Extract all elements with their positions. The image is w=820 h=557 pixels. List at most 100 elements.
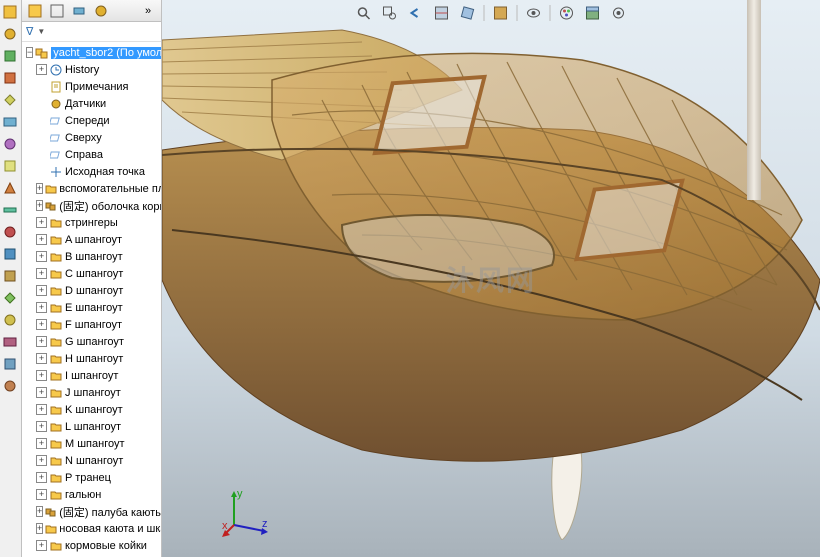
expand-icon[interactable]: +: [36, 234, 47, 245]
cm-btn-11[interactable]: [0, 222, 20, 242]
tree-node[interactable]: +E шпангоут: [22, 299, 161, 316]
tree-node[interactable]: Исходная точка: [22, 163, 161, 180]
tree-node[interactable]: Справа: [22, 146, 161, 163]
tree-node[interactable]: +D шпангоут: [22, 282, 161, 299]
expand-icon[interactable]: +: [36, 268, 47, 279]
expand-icon[interactable]: +: [36, 183, 43, 194]
zoom-area-icon[interactable]: [380, 3, 400, 23]
cm-btn-9[interactable]: [0, 178, 20, 198]
tab-dimxpert[interactable]: [92, 2, 110, 20]
view-orientation-icon[interactable]: [458, 3, 478, 23]
tree-node[interactable]: +H шпангоут: [22, 350, 161, 367]
hide-show-icon[interactable]: [524, 3, 544, 23]
axis-y-label: y: [237, 488, 243, 500]
tree-node[interactable]: Датчики: [22, 95, 161, 112]
expand-icon[interactable]: +: [36, 200, 43, 211]
cm-btn-4[interactable]: [0, 68, 20, 88]
cm-btn-12[interactable]: [0, 244, 20, 264]
cm-btn-10[interactable]: [0, 200, 20, 220]
view-settings-icon[interactable]: [609, 3, 629, 23]
cm-btn-1[interactable]: [0, 2, 20, 22]
tree-node-label: вспомогательные плос: [59, 183, 161, 195]
tab-feature-tree[interactable]: [26, 2, 44, 20]
collapse-icon[interactable]: −: [26, 47, 33, 58]
tab-property-manager[interactable]: [48, 2, 66, 20]
filter-icon[interactable]: ∇: [26, 25, 33, 38]
expand-icon[interactable]: +: [36, 217, 47, 228]
cm-btn-14[interactable]: [0, 288, 20, 308]
tree-node-label: Сверху: [65, 132, 102, 144]
tab-configuration-manager[interactable]: [70, 2, 88, 20]
expand-icon[interactable]: +: [36, 353, 47, 364]
edit-appearance-icon[interactable]: [557, 3, 577, 23]
tree-node[interactable]: +гальюн: [22, 486, 161, 503]
tree-node[interactable]: +N шпангоут: [22, 452, 161, 469]
cm-btn-13[interactable]: [0, 266, 20, 286]
tree-node[interactable]: +F шпангоут: [22, 316, 161, 333]
tree-node[interactable]: +(固定) оболочка корпу: [22, 197, 161, 214]
expand-icon[interactable]: +: [36, 319, 47, 330]
cm-btn-17[interactable]: [0, 354, 20, 374]
tree-node[interactable]: +C шпангоут: [22, 265, 161, 282]
cm-btn-5[interactable]: [0, 90, 20, 110]
expand-icon[interactable]: +: [36, 404, 47, 415]
tree-node[interactable]: +P транец: [22, 469, 161, 486]
folder-icon: [45, 522, 57, 536]
previous-view-icon[interactable]: [406, 3, 426, 23]
tree-root-node[interactable]: − yacht_sbor2 (По умолчани: [22, 44, 161, 61]
section-view-icon[interactable]: [432, 3, 452, 23]
expand-icon[interactable]: +: [36, 523, 43, 534]
tree-node[interactable]: + History: [22, 61, 161, 78]
tree-node[interactable]: +G шпангоут: [22, 333, 161, 350]
orientation-triad[interactable]: y z x: [222, 487, 272, 537]
feature-tree[interactable]: − yacht_sbor2 (По умолчани + History Приме…: [22, 42, 161, 557]
expand-icon[interactable]: +: [36, 387, 47, 398]
tree-node[interactable]: +A шпангоут: [22, 231, 161, 248]
expand-icon[interactable]: +: [36, 336, 47, 347]
cm-btn-18[interactable]: [0, 376, 20, 396]
folder-icon: [49, 539, 63, 553]
expand-icon[interactable]: +: [36, 506, 43, 517]
expand-icon[interactable]: +: [36, 472, 47, 483]
tree-node[interactable]: +M шпангоут: [22, 435, 161, 452]
apply-scene-icon[interactable]: [583, 3, 603, 23]
expand-icon[interactable]: +: [36, 302, 47, 313]
tree-node[interactable]: Спереди: [22, 112, 161, 129]
expand-icon[interactable]: +: [36, 489, 47, 500]
panel-expand-icon[interactable]: »: [139, 2, 157, 20]
expand-icon[interactable]: +: [36, 438, 47, 449]
expand-icon[interactable]: +: [36, 540, 47, 551]
cm-btn-15[interactable]: [0, 310, 20, 330]
cm-btn-2[interactable]: [0, 24, 20, 44]
folder-icon: [49, 301, 63, 315]
tree-node[interactable]: +носовая каюта и шкаф: [22, 520, 161, 537]
tree-node[interactable]: Примечания: [22, 78, 161, 95]
cm-btn-3[interactable]: [0, 46, 20, 66]
cm-btn-7[interactable]: [0, 134, 20, 154]
expand-icon[interactable]: +: [36, 370, 47, 381]
tree-node-label: History: [65, 64, 99, 76]
zoom-fit-icon[interactable]: [354, 3, 374, 23]
tree-node[interactable]: Сверху: [22, 129, 161, 146]
tree-node[interactable]: + (固定) палуба каюты<1: [22, 503, 161, 520]
tree-node[interactable]: +L шпангоут: [22, 418, 161, 435]
cm-btn-8[interactable]: [0, 156, 20, 176]
tree-node[interactable]: + вспомогательные плос: [22, 180, 161, 197]
tree-node[interactable]: +J шпангоут: [22, 384, 161, 401]
display-style-icon[interactable]: [491, 3, 511, 23]
graphics-viewport[interactable]: 沐风网 y z x: [162, 0, 820, 557]
tree-node[interactable]: +стрингеры: [22, 214, 161, 231]
tree-node[interactable]: +B шпангоут: [22, 248, 161, 265]
expand-icon[interactable]: +: [36, 421, 47, 432]
expand-icon[interactable]: +: [36, 251, 47, 262]
expand-icon[interactable]: +: [36, 455, 47, 466]
filter-dropdown-icon[interactable]: ▼: [37, 27, 45, 36]
tree-node[interactable]: +кормовые койки: [22, 537, 161, 554]
tree-node[interactable]: +K шпангоут: [22, 401, 161, 418]
tree-node-label: (固定) палуба каюты<1: [59, 504, 161, 520]
tree-node[interactable]: +I шпангоут: [22, 367, 161, 384]
cm-btn-16[interactable]: [0, 332, 20, 352]
cm-btn-6[interactable]: [0, 112, 20, 132]
expand-icon[interactable]: +: [36, 64, 47, 75]
expand-icon[interactable]: +: [36, 285, 47, 296]
